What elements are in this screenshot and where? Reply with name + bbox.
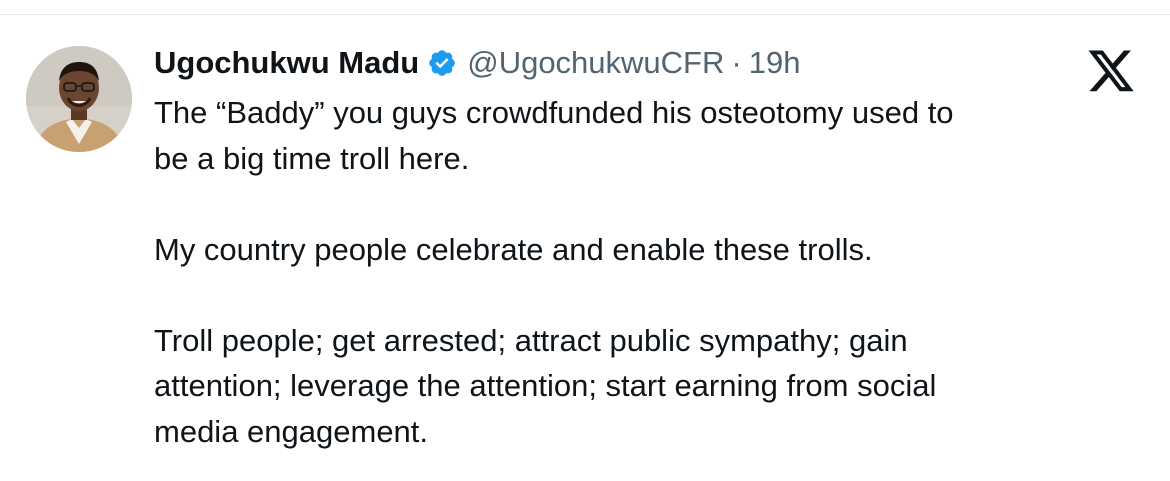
tweet[interactable]: Ugochukwu Madu @UgochukwuCFR · 19h The “… (0, 0, 1170, 481)
tweet-paragraph: The “Baddy” you guys crowdfunded his ost… (154, 95, 954, 176)
tweet-timestamp[interactable]: 19h (749, 45, 801, 81)
tweet-paragraph: Troll people; get arrested; attract publ… (154, 322, 937, 449)
author-display-name[interactable]: Ugochukwu Madu (154, 45, 419, 81)
author-handle[interactable]: @UgochukwuCFR (467, 45, 724, 81)
tweet-paragraph: My country people celebrate and enable t… (154, 231, 873, 267)
tweet-header: Ugochukwu Madu @UgochukwuCFR · 19h (154, 40, 800, 86)
separator-dot: · (731, 45, 742, 80)
tweet-body: The “Baddy” you guys crowdfunded his ost… (154, 90, 1144, 454)
verified-badge-icon[interactable] (427, 48, 457, 78)
avatar[interactable] (26, 46, 132, 152)
